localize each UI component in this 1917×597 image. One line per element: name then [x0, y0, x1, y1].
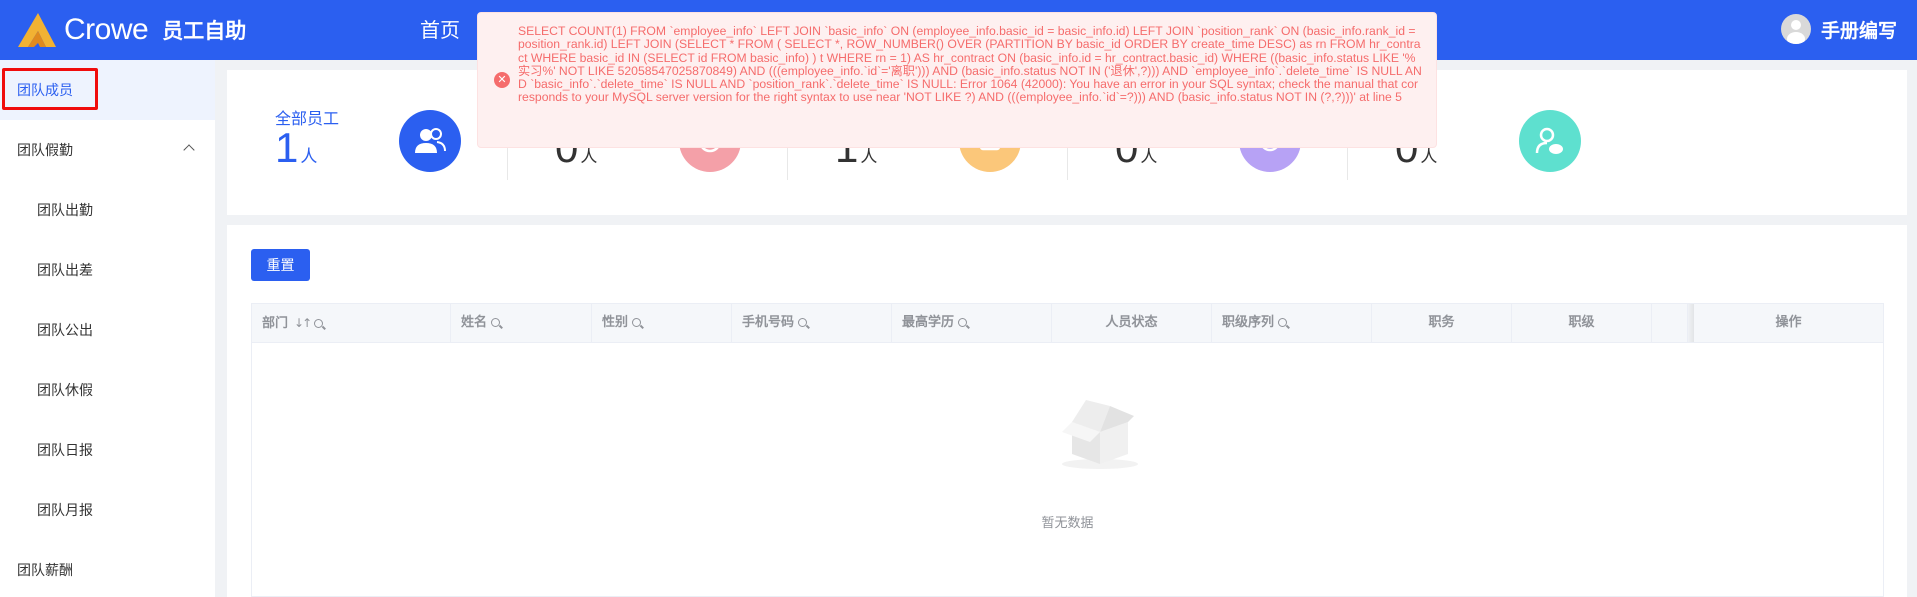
crowe-logo-mark-icon	[18, 13, 56, 47]
search-icon[interactable]	[958, 318, 968, 327]
logo-text: Crowe	[64, 13, 149, 46]
chevron-up-icon	[183, 144, 195, 156]
sidebar-item-label: 团队假勤	[17, 143, 73, 159]
users-icon	[399, 110, 461, 172]
sidebar-item-team-official-out[interactable]: 团队公出	[0, 300, 215, 360]
sidebar-item-label: 团队出勤	[37, 203, 93, 219]
table-card: 重置 部门 ↓↑ 姓名 性别 手机号码 最高学历 人员状态 职级序列 职务 职级 …	[227, 225, 1907, 597]
empty-state-text: 暂无数据	[1041, 516, 1094, 531]
column-header-blank	[1652, 304, 1688, 342]
members-table: 部门 ↓↑ 姓名 性别 手机号码 最高学历 人员状态 职级序列 职务 职级 操作 …	[251, 303, 1884, 597]
column-header-actions: 操作	[1775, 315, 1802, 330]
app-name: 员工自助	[162, 19, 247, 43]
sidebar-item-team-monthly-report[interactable]: 团队月报	[0, 480, 215, 540]
sidebar: 团队成员 团队假勤 团队出勤 团队出差 团队公出 团队休假 团队日报 团队月报 …	[0, 60, 215, 597]
table-header: 部门 ↓↑ 姓名 性别 手机号码 最高学历 人员状态 职级序列 职务 职级 操作	[252, 304, 1883, 343]
search-icon[interactable]	[491, 318, 501, 327]
avatar	[1780, 14, 1811, 44]
stat-all-employees[interactable]: 全部员工 1人	[227, 70, 507, 215]
nav-home-link[interactable]: 首页	[420, 14, 460, 43]
sidebar-item-label: 团队日报	[37, 443, 93, 459]
column-header-gender[interactable]: 性别	[592, 304, 732, 342]
sidebar-item-team-business-trip[interactable]: 团队出差	[0, 240, 215, 300]
error-circle-icon: ✕	[494, 72, 510, 88]
column-header-status: 人员状态	[1052, 304, 1212, 342]
user-name: 手册编写	[1820, 19, 1897, 42]
error-message-text: SELECT COUNT(1) FROM `employee_info` LEF…	[518, 24, 1422, 105]
sidebar-item-label: 团队休假	[37, 383, 93, 399]
user-menu[interactable]: 手册编写	[1780, 14, 1897, 44]
column-header-position: 职务	[1372, 304, 1512, 342]
empty-box-icon	[1062, 400, 1138, 469]
sidebar-item-team-attendance[interactable]: 团队出勤	[0, 180, 215, 240]
error-message-popup: ✕ SELECT COUNT(1) FROM `employee_info` L…	[477, 12, 1437, 148]
sidebar-item-team-attendance-group[interactable]: 团队假勤	[0, 120, 215, 180]
sidebar-item-team-leave[interactable]: 团队休假	[0, 360, 215, 420]
column-header-rank-series[interactable]: 职级序列	[1212, 304, 1372, 342]
user-cloud-icon	[1519, 110, 1581, 172]
search-icon[interactable]	[1278, 318, 1288, 327]
sidebar-item-team-salary[interactable]: 团队薪酬	[0, 540, 215, 597]
search-icon[interactable]	[798, 318, 808, 327]
column-header-name[interactable]: 姓名	[451, 304, 592, 342]
column-header-rank: 职级	[1512, 304, 1652, 342]
sidebar-item-label: 团队月报	[37, 503, 93, 519]
sidebar-item-team-daily-report[interactable]: 团队日报	[0, 420, 215, 480]
column-header-department[interactable]: 部门 ↓↑	[252, 304, 451, 342]
column-header-phone[interactable]: 手机号码	[732, 304, 892, 342]
sort-icon[interactable]: ↓↑	[294, 316, 312, 330]
sidebar-item-team-members[interactable]: 团队成员	[0, 60, 215, 120]
sidebar-item-label: 团队公出	[37, 323, 93, 339]
sidebar-item-label: 团队薪酬	[17, 563, 73, 579]
column-header-education[interactable]: 最高学历	[892, 304, 1052, 342]
crowe-logo[interactable]: Crowe 员工自助	[16, 9, 246, 51]
reset-button[interactable]: 重置	[251, 249, 310, 281]
sidebar-item-label: 团队出差	[37, 263, 93, 279]
search-icon[interactable]	[314, 319, 324, 328]
sidebar-item-label: 团队成员	[17, 83, 73, 99]
search-icon[interactable]	[632, 318, 642, 327]
stat-value: 1人	[275, 124, 318, 171]
